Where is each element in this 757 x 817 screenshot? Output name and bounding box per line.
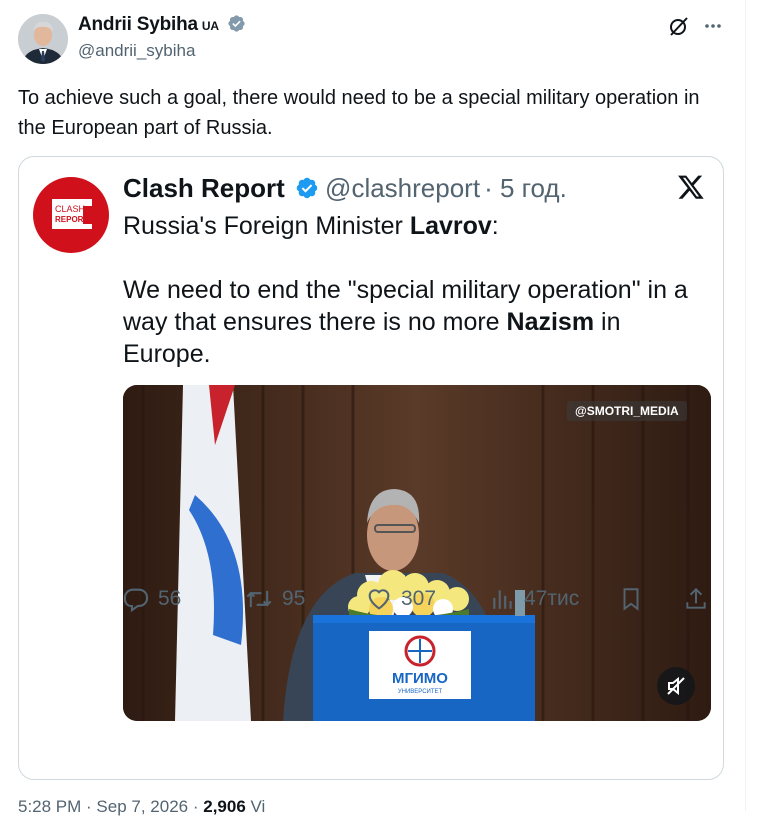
reply-icon — [123, 588, 149, 613]
quoted-line-2: We need to end the "special military ope… — [123, 274, 713, 370]
svg-text:CLASH: CLASH — [55, 204, 85, 214]
tweet-timestamp[interactable]: 5:28 PM · Sep 7, 2026 · — [18, 797, 199, 816]
video-watermark: @SMOTRI_MEDIA — [567, 401, 687, 421]
quoted-line-1-text: Russia's Foreign Minister — [123, 212, 410, 240]
author-name[interactable]: Andrii Sybiha UA — [78, 14, 246, 36]
svg-text:REPORT: REPORT — [55, 215, 88, 224]
quoted-time: · 5 год. — [484, 173, 567, 203]
tweet-footer: 5:28 PM · Sep 7, 2026 · 2,906 Vi — [18, 797, 265, 817]
repost-count: 95 — [282, 587, 306, 610]
more-options-icon[interactable] — [701, 14, 725, 38]
footer-views-count: 2,906 — [203, 797, 246, 816]
mute-button[interactable] — [657, 667, 695, 705]
footer-views-label: Vi — [250, 797, 266, 816]
bookmark-button[interactable] — [618, 584, 652, 614]
like-count: 307 — [401, 587, 437, 610]
heart-icon — [368, 589, 390, 610]
quoted-line-1: Russia's Foreign Minister Lavrov: — [123, 210, 713, 242]
quoted-author-name: Clash Report — [123, 173, 285, 203]
verified-badge-icon — [296, 177, 318, 199]
government-badge-icon — [228, 15, 245, 32]
share-button[interactable] — [683, 584, 717, 614]
quoted-line-1-suffix: : — [491, 212, 499, 240]
quoted-line-1-bold: Lavrov — [409, 212, 492, 240]
reply-count: 56 — [158, 587, 182, 610]
repost-icon — [246, 590, 272, 608]
muted-speaker-icon — [667, 676, 685, 696]
quoted-line-2-bold: Nazism — [506, 308, 595, 336]
author-name-text: Andrii Sybiha — [78, 14, 198, 35]
like-button[interactable]: 307 — [365, 584, 436, 614]
author-handle[interactable]: @andrii_sybiha — [78, 41, 195, 61]
video-player[interactable]: МГИМО УНИВЕРСИТЕТ @SMOTRI_MEDIA — [123, 385, 711, 721]
views-button[interactable]: 47тис — [490, 584, 579, 614]
quoted-author[interactable]: Clash Report @clashreport · 5 год. — [123, 173, 567, 204]
clash-report-avatar[interactable]: CLASH REPORT — [33, 177, 109, 253]
quoted-text: Russia's Foreign Minister Lavrov: We nee… — [123, 210, 713, 370]
flag-label: UA — [201, 19, 219, 33]
timeline-border — [745, 0, 746, 811]
video-frame: МГИМО УНИВЕРСИТЕТ — [123, 385, 711, 721]
quoted-tweet-card[interactable]: CLASH REPORT Clash Report @clashreport · … — [18, 156, 724, 780]
clash-report-logo-icon: CLASH REPORT — [52, 199, 97, 229]
x-logo-icon[interactable] — [677, 173, 705, 201]
analytics-icon — [493, 590, 512, 609]
grok-icon[interactable] — [667, 14, 691, 38]
repost-button[interactable]: 95 — [244, 584, 305, 614]
views-count: 47тис — [524, 587, 580, 610]
reply-button[interactable]: 56 — [122, 584, 181, 614]
quoted-handle: @clashreport — [325, 173, 481, 203]
bookmark-icon — [623, 588, 639, 611]
tweet-text: To achieve such a goal, there would need… — [18, 87, 700, 139]
svg-text:МГИМО: МГИМО — [392, 670, 448, 687]
share-icon — [686, 587, 706, 609]
avatar[interactable] — [18, 14, 68, 64]
svg-text:УНИВЕРСИТЕТ: УНИВЕРСИТЕТ — [398, 689, 443, 695]
